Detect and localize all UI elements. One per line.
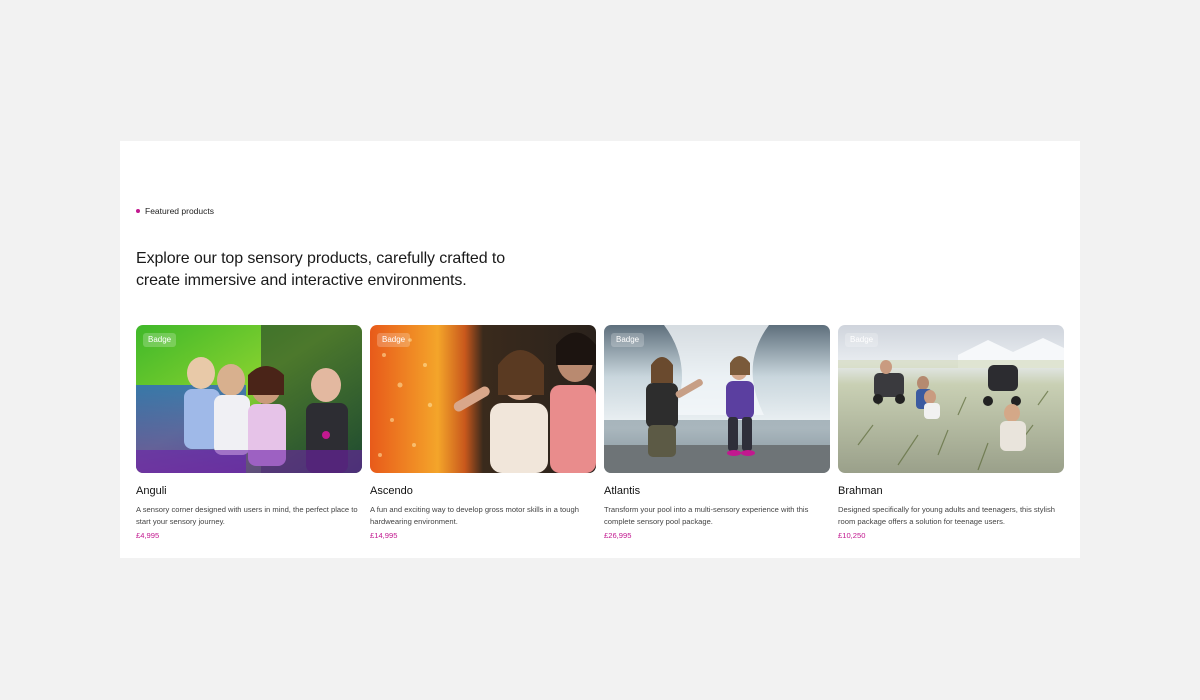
product-badge: Badge <box>377 333 411 347</box>
product-photo-ascendo <box>370 325 596 473</box>
product-badge: Badge <box>611 333 645 347</box>
product-card-list: Badge Anguli A sensory corner designed w… <box>136 325 1064 541</box>
product-price: £14,995 <box>370 531 398 540</box>
product-photo-anguli <box>136 325 362 473</box>
product-card-brahman[interactable]: Badge Brahman Designed specifically for … <box>838 325 1064 541</box>
product-name[interactable]: Anguli <box>136 484 362 498</box>
product-image-brahman[interactable]: Badge <box>838 325 1064 473</box>
product-image-atlantis[interactable]: Badge <box>604 325 830 473</box>
product-name[interactable]: Brahman <box>838 484 1064 498</box>
product-description: Designed specifically for young adults a… <box>838 505 1055 526</box>
product-badge: Badge <box>845 333 879 347</box>
product-image-anguli[interactable]: Badge <box>136 325 362 473</box>
product-description: Transform your pool into a multi-sensory… <box>604 505 809 526</box>
product-name[interactable]: Atlantis <box>604 484 830 498</box>
product-card-ascendo[interactable]: Badge Ascendo A fun and exciting way to … <box>370 325 596 541</box>
product-card-atlantis[interactable]: Badge Atlantis Transform your pool into … <box>604 325 830 541</box>
product-photo-brahman <box>838 325 1064 473</box>
product-description: A sensory corner designed with users in … <box>136 505 358 526</box>
product-price: £26,995 <box>604 531 632 540</box>
product-photo-atlantis <box>604 325 830 473</box>
eyebrow-label: Featured products <box>145 206 214 216</box>
product-name[interactable]: Ascendo <box>370 484 596 498</box>
accent-dot-icon <box>136 209 140 213</box>
section-headline: Explore our top sensory products, carefu… <box>136 250 506 289</box>
featured-products-section: Featured products Explore our top sensor… <box>120 141 1080 558</box>
product-image-ascendo[interactable]: Badge <box>370 325 596 473</box>
section-eyebrow: Featured products <box>136 206 214 216</box>
product-price: £4,995 <box>136 531 160 540</box>
product-price: £10,250 <box>838 531 866 540</box>
product-badge: Badge <box>143 333 177 347</box>
product-card-anguli[interactable]: Badge Anguli A sensory corner designed w… <box>136 325 362 541</box>
product-description: A fun and exciting way to develop gross … <box>370 505 579 526</box>
